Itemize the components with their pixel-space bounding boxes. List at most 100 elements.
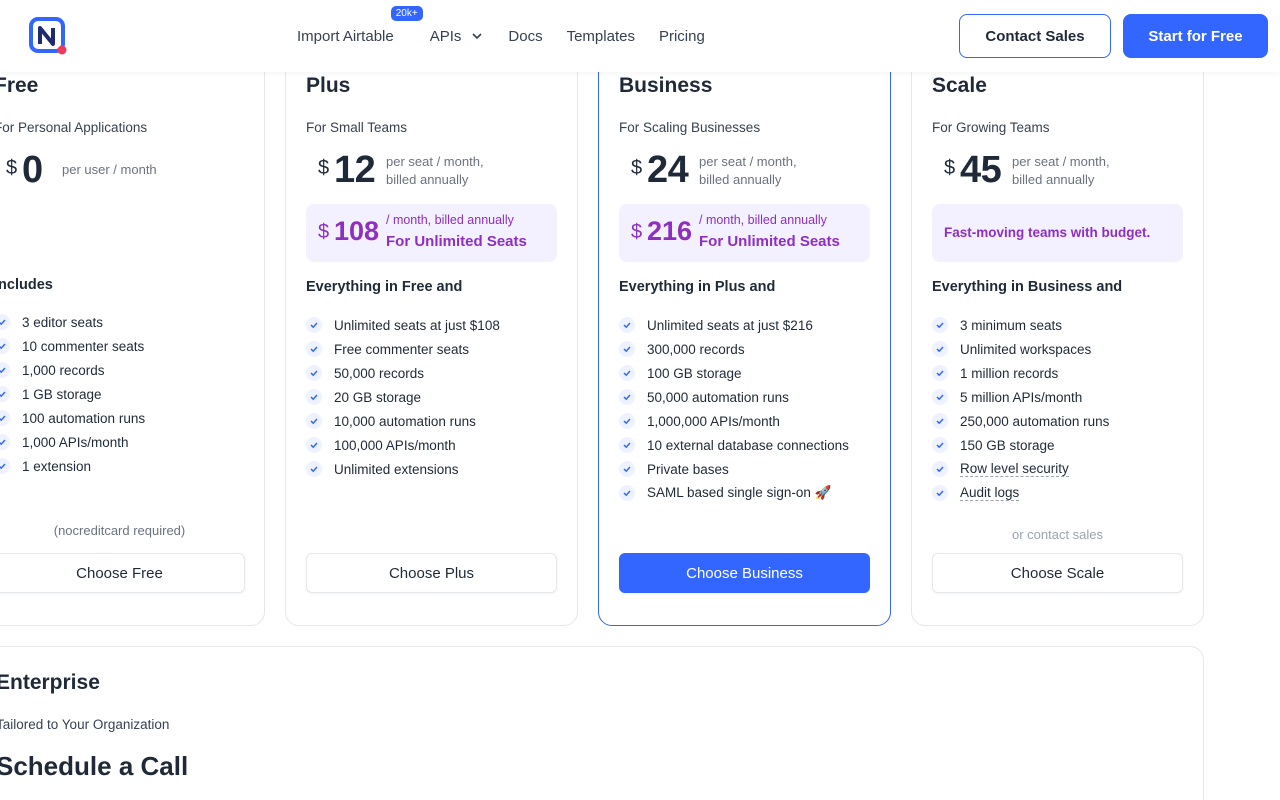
- plan-subtitle: For Scaling Businesses: [619, 120, 761, 135]
- feature-text: Unlimited extensions: [334, 461, 459, 477]
- check-icon: [932, 365, 948, 381]
- nav-label: Import Airtable: [297, 27, 394, 45]
- price-amount: 24: [647, 149, 689, 191]
- plan-subtitle: For Personal Applications: [0, 120, 148, 135]
- check-icon: [306, 461, 322, 477]
- unlimited-seats-box: $ 216 / month, billed annually For Unlim…: [619, 204, 870, 262]
- choose-free-button[interactable]: Choose Free: [0, 553, 245, 593]
- feature-list: 3 editor seats 10 commenter seats 1,000 …: [0, 310, 145, 478]
- unlimited-label: For Unlimited Seats: [699, 233, 840, 250]
- scale-highlight-box: Fast-moving teams with budget.: [932, 204, 1183, 262]
- nav-label: Pricing: [658, 27, 705, 45]
- check-icon: [619, 485, 635, 501]
- check-icon: [619, 317, 635, 333]
- nav-templates[interactable]: Templates: [567, 28, 635, 45]
- feature-text: 250,000 automation runs: [960, 413, 1110, 429]
- price-row: $ 0 per user / month: [0, 147, 245, 191]
- check-icon: [619, 341, 635, 357]
- list-item: 1 GB storage: [0, 382, 145, 406]
- chevron-down-icon: [472, 33, 482, 40]
- price-period-line1: per seat / month,: [1012, 154, 1110, 169]
- check-icon: [0, 314, 10, 330]
- nav-apis[interactable]: APIs: [430, 28, 485, 45]
- list-item: 3 editor seats: [0, 310, 145, 334]
- list-item: 100,000 APIs/month: [306, 433, 500, 457]
- feature-text: 1 million records: [960, 365, 1059, 381]
- list-item: 150 GB storage: [932, 433, 1109, 457]
- check-icon: [306, 413, 322, 429]
- plan-card-business: Business For Scaling Businesses $ 24 per…: [598, 30, 891, 626]
- price-period: per seat / month, billed annually: [1012, 153, 1110, 189]
- check-icon: [306, 317, 322, 333]
- feature-text: 1,000 APIs/month: [22, 434, 129, 450]
- currency-symbol: $: [631, 221, 643, 243]
- plan-card-scale: Scale For Growing Teams $ 45 per seat / …: [911, 30, 1204, 626]
- start-for-free-button[interactable]: Start for Free: [1123, 14, 1268, 58]
- feature-text: 1 GB storage: [22, 386, 102, 402]
- price-period-line2: billed annually: [699, 172, 782, 187]
- feature-text: Unlimited seats at just $108: [334, 317, 500, 333]
- feature-text: 1,000 records: [22, 362, 105, 378]
- feature-text: Free commenter seats: [334, 341, 470, 357]
- nav-pricing[interactable]: Pricing: [659, 28, 705, 45]
- list-item: 10 external database connections: [619, 433, 849, 457]
- check-icon: [932, 461, 948, 477]
- feature-text: 10,000 automation runs: [334, 413, 476, 429]
- nav-label: APIs: [429, 27, 462, 45]
- list-item: 1 million records: [932, 361, 1109, 385]
- contact-sales-button[interactable]: Contact Sales: [959, 14, 1111, 58]
- plan-subtitle: For Small Teams: [306, 120, 408, 135]
- nav-docs[interactable]: Docs: [508, 28, 542, 45]
- nav-label: Docs: [508, 27, 543, 45]
- choose-scale-button[interactable]: Choose Scale: [932, 553, 1183, 593]
- check-icon: [0, 386, 10, 402]
- list-item: 1,000 APIs/month: [0, 430, 145, 454]
- feature-link-row-level-security[interactable]: Row level security: [960, 461, 1069, 477]
- contact-sales-link[interactable]: or contact sales: [932, 527, 1183, 542]
- check-icon: [0, 458, 10, 474]
- check-icon: [306, 365, 322, 381]
- feature-text: 20 GB storage: [334, 389, 422, 405]
- unlimited-seats-box: $ 108 / month, billed annually For Unlim…: [306, 204, 557, 262]
- price-period-line2: billed annually: [1012, 172, 1095, 187]
- check-icon: [932, 485, 948, 501]
- check-icon: [0, 410, 10, 426]
- feature-link-audit-logs[interactable]: Audit logs: [960, 485, 1020, 501]
- feature-text: Unlimited workspaces: [960, 341, 1092, 357]
- choose-plus-button[interactable]: Choose Plus: [306, 553, 557, 593]
- main-nav: Import Airtable 20k+ APIs Docs Templates…: [297, 0, 729, 72]
- list-item: Free commenter seats: [306, 337, 500, 361]
- plan-card-enterprise: Enterprise Tailored to Your Organization…: [0, 646, 1204, 800]
- list-item: 20 GB storage: [306, 385, 500, 409]
- price-row: $ 45 per seat / month, billed annually: [932, 147, 1183, 191]
- feature-list: Unlimited seats at just $108 Free commen…: [306, 313, 500, 481]
- feature-text: 50,000 records: [334, 365, 425, 381]
- feature-text: 150 GB storage: [960, 437, 1055, 453]
- check-icon: [932, 437, 948, 453]
- list-item: 100 GB storage: [619, 361, 849, 385]
- choose-business-button[interactable]: Choose Business: [619, 553, 870, 593]
- list-item: 10 commenter seats: [0, 334, 145, 358]
- feature-text: 100 GB storage: [647, 365, 742, 381]
- list-item: SAML based single sign-on 🚀: [619, 481, 849, 505]
- list-item: 3 minimum seats: [932, 313, 1109, 337]
- feature-text: Private bases: [647, 461, 729, 477]
- list-item: 50,000 records: [306, 361, 500, 385]
- list-item: Unlimited extensions: [306, 457, 500, 481]
- currency-symbol: $: [318, 221, 330, 243]
- schedule-call-heading: Schedule a Call: [0, 751, 189, 781]
- nav-import-airtable[interactable]: Import Airtable 20k+: [297, 5, 423, 45]
- price-period-line1: per seat / month,: [386, 154, 484, 169]
- feature-text: 5 million APIs/month: [960, 389, 1083, 405]
- feature-text: Unlimited seats at just $216: [647, 317, 813, 333]
- list-item: 1,000 records: [0, 358, 145, 382]
- feature-text: 10 commenter seats: [22, 338, 145, 354]
- unlimited-period: / month, billed annually: [699, 213, 827, 227]
- feature-text: 100 automation runs: [22, 410, 146, 426]
- nocodb-logo-icon[interactable]: [29, 17, 67, 55]
- currency-symbol: $: [631, 157, 643, 179]
- features-heading: Everything in Free and: [306, 279, 463, 295]
- plan-name: Plus: [306, 74, 351, 97]
- feature-text: 1,000,000 APIs/month: [647, 413, 780, 429]
- list-item: 300,000 records: [619, 337, 849, 361]
